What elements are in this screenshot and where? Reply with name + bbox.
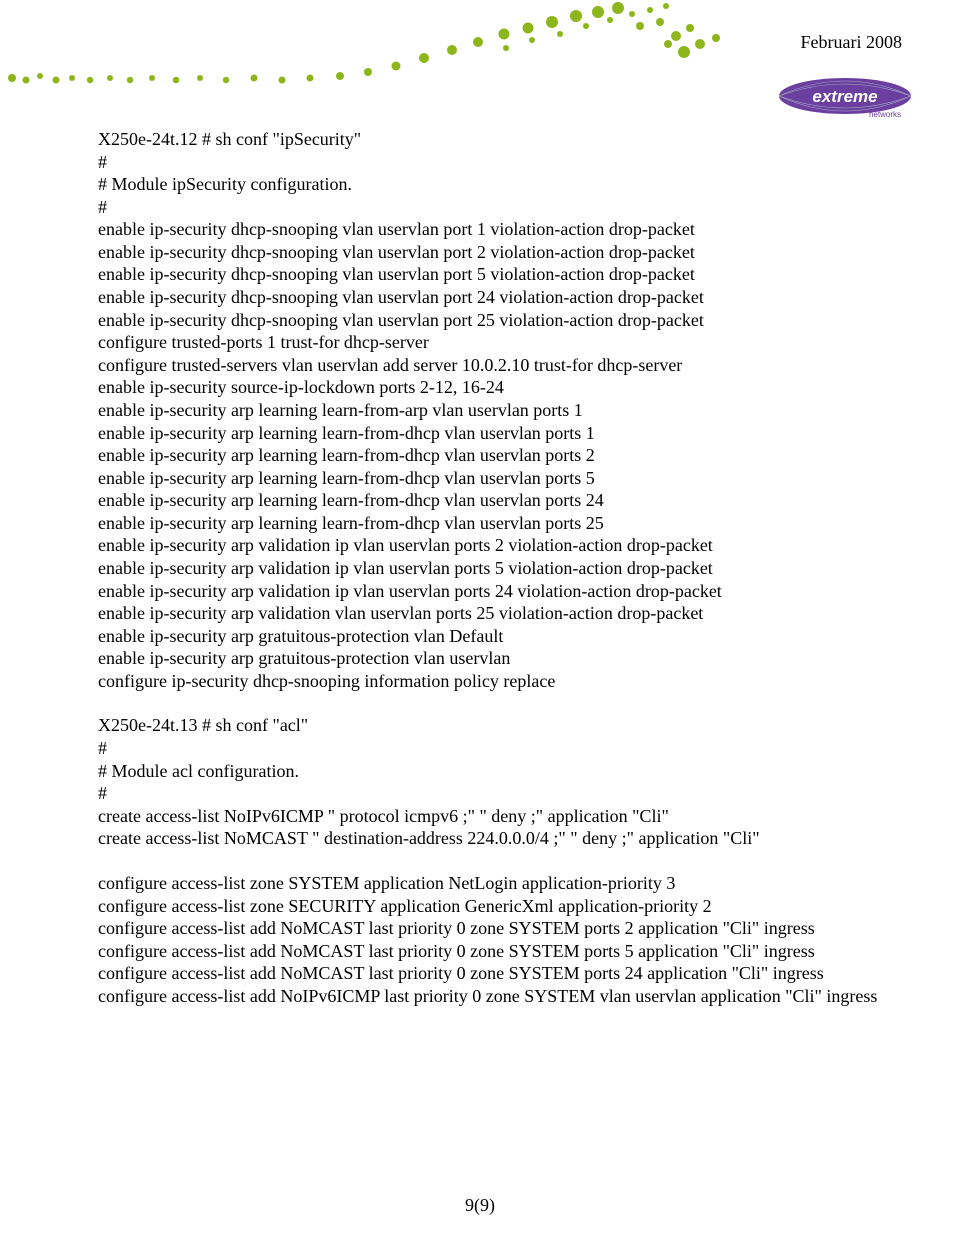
config-line: enable ip-security arp gratuitous-protec…: [98, 625, 880, 648]
config-line: enable ip-security source-ip-lockdown po…: [98, 376, 880, 399]
svg-text:extreme: extreme: [812, 87, 877, 106]
config-line: enable ip-security arp learning learn-fr…: [98, 489, 880, 512]
extreme-networks-logo: extreme networks: [773, 74, 918, 124]
config-line: #: [98, 737, 880, 760]
config-line: enable ip-security arp learning learn-fr…: [98, 399, 880, 422]
config-line: enable ip-security arp validation ip vla…: [98, 534, 880, 557]
document-body: X250e-24t.12 # sh conf "ipSecurity"## Mo…: [98, 128, 880, 1029]
config-block: X250e-24t.13 # sh conf "acl"## Module ac…: [98, 714, 880, 849]
config-line: X250e-24t.13 # sh conf "acl": [98, 714, 880, 737]
config-line: X250e-24t.12 # sh conf "ipSecurity": [98, 128, 880, 151]
config-line: configure trusted-ports 1 trust-for dhcp…: [98, 331, 880, 354]
config-line: # Module ipSecurity configuration.: [98, 173, 880, 196]
config-line: enable ip-security arp validation ip vla…: [98, 557, 880, 580]
config-line: configure trusted-servers vlan uservlan …: [98, 354, 880, 377]
config-line: create access-list NoIPv6ICMP " protocol…: [98, 805, 880, 828]
config-line: #: [98, 151, 880, 174]
config-block: configure access-list zone SYSTEM applic…: [98, 872, 880, 1007]
config-line: enable ip-security dhcp-snooping vlan us…: [98, 263, 880, 286]
config-line: enable ip-security arp learning learn-fr…: [98, 467, 880, 490]
config-block: X250e-24t.12 # sh conf "ipSecurity"## Mo…: [98, 128, 880, 692]
config-line: enable ip-security arp validation vlan u…: [98, 602, 880, 625]
config-line: enable ip-security dhcp-snooping vlan us…: [98, 218, 880, 241]
config-line: enable ip-security arp gratuitous-protec…: [98, 647, 880, 670]
config-line: create access-list NoMCAST " destination…: [98, 827, 880, 850]
config-line: configure access-list zone SYSTEM applic…: [98, 872, 880, 895]
config-line: configure access-list add NoMCAST last p…: [98, 917, 880, 940]
config-line: enable ip-security arp learning learn-fr…: [98, 512, 880, 535]
config-line: configure ip-security dhcp-snooping info…: [98, 670, 880, 693]
config-line: configure access-list add NoIPv6ICMP las…: [98, 985, 880, 1008]
config-line: configure access-list add NoMCAST last p…: [98, 940, 880, 963]
document-date: Februari 2008: [801, 32, 902, 53]
config-line: configure access-list zone SECURITY appl…: [98, 895, 880, 918]
svg-text:networks: networks: [869, 110, 901, 119]
config-line: configure access-list add NoMCAST last p…: [98, 962, 880, 985]
config-line: # Module acl configuration.: [98, 760, 880, 783]
config-line: #: [98, 196, 880, 219]
config-line: enable ip-security dhcp-snooping vlan us…: [98, 309, 880, 332]
page-number: 9(9): [0, 1195, 960, 1216]
config-line: enable ip-security arp learning learn-fr…: [98, 422, 880, 445]
config-line: enable ip-security arp validation ip vla…: [98, 580, 880, 603]
config-line: enable ip-security dhcp-snooping vlan us…: [98, 241, 880, 264]
config-line: enable ip-security dhcp-snooping vlan us…: [98, 286, 880, 309]
config-line: #: [98, 782, 880, 805]
config-line: enable ip-security arp learning learn-fr…: [98, 444, 880, 467]
